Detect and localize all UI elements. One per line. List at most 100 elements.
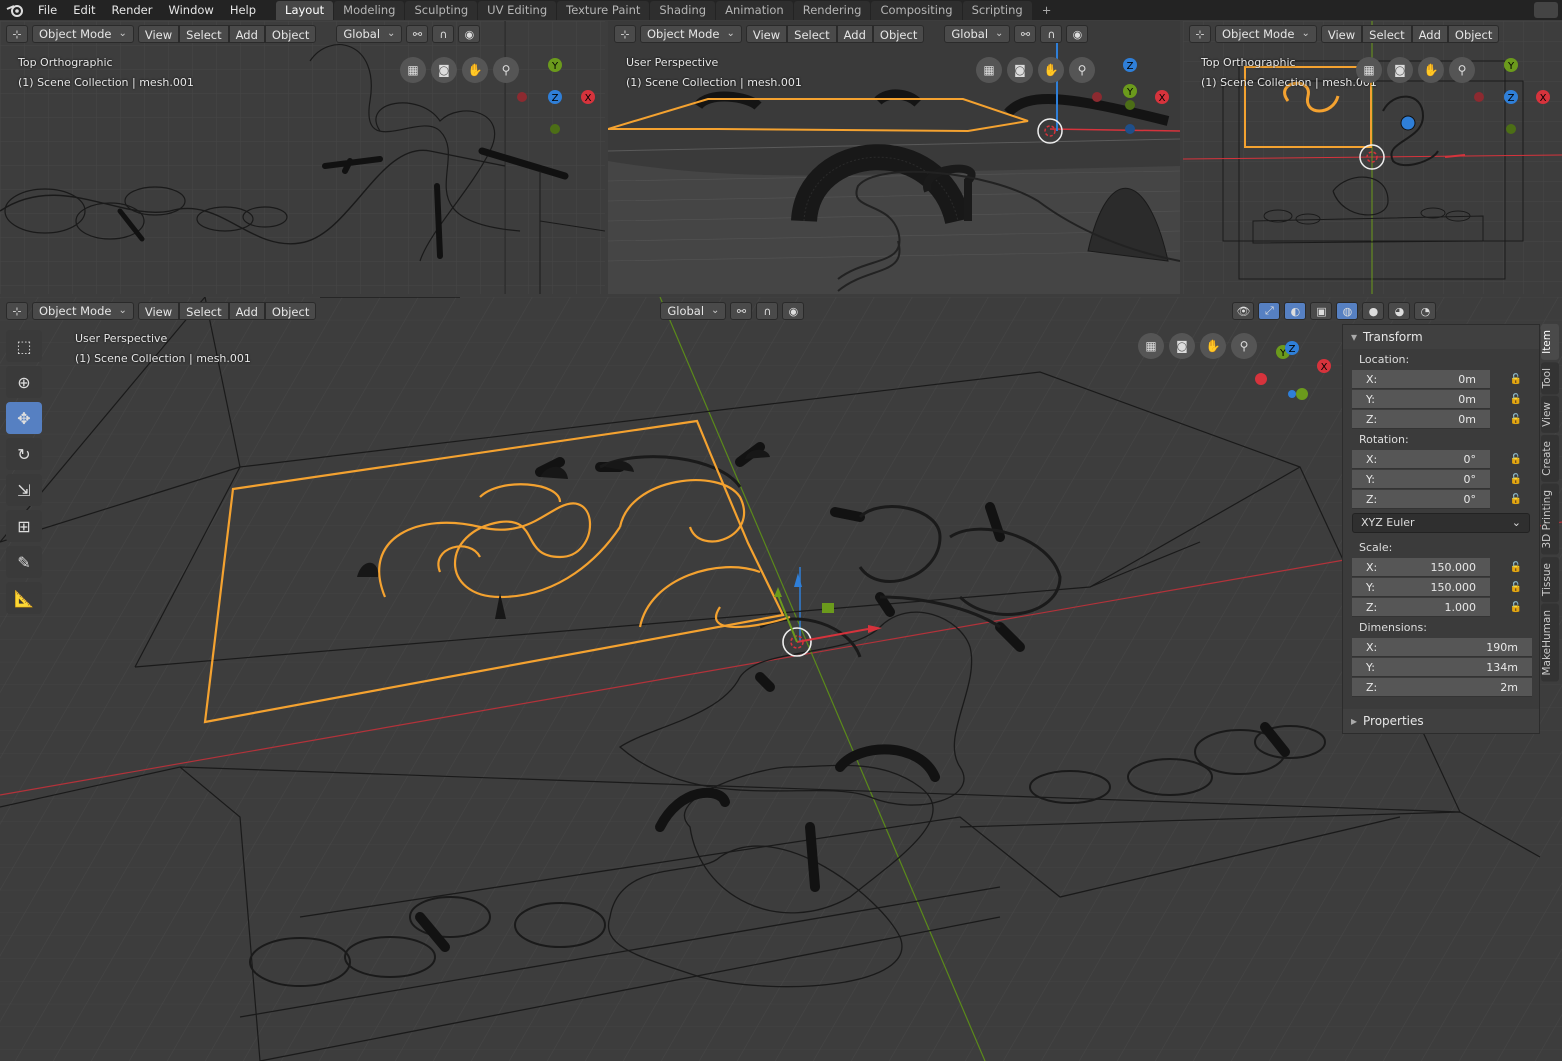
location-z-field[interactable]: Z: 0m	[1352, 409, 1490, 429]
location-x-field[interactable]: X: 0m	[1352, 369, 1490, 389]
tab-3d-printing[interactable]: 3D Printing	[1541, 484, 1559, 555]
visibility-icon[interactable]: 👁	[1232, 302, 1255, 320]
snap-icon[interactable]: ∩	[432, 25, 455, 43]
object-menu[interactable]: Object	[872, 25, 925, 43]
editor-type-icon[interactable]: ⊹	[6, 302, 28, 320]
orientation-dropdown[interactable]: Global	[336, 25, 403, 43]
menu-edit[interactable]: Edit	[65, 0, 103, 20]
select-menu[interactable]: Select	[179, 25, 229, 43]
pan-hand-icon[interactable]: ✋	[1038, 57, 1064, 83]
add-workspace-button[interactable]: +	[1033, 1, 1061, 20]
scale-y-field[interactable]: Y: 150.000	[1352, 577, 1490, 597]
pan-hand-icon[interactable]: ✋	[1418, 57, 1444, 83]
pivot-icon[interactable]: ⚯	[730, 302, 753, 320]
pan-hand-icon[interactable]: ✋	[1200, 333, 1226, 359]
select-menu[interactable]: Select	[179, 302, 229, 320]
proportional-edit-icon[interactable]: ◉	[1066, 25, 1089, 43]
proportional-edit-icon[interactable]: ◉	[458, 25, 481, 43]
zoom-icon[interactable]: ⚲	[1449, 57, 1475, 83]
tab-modeling[interactable]: Modeling	[334, 1, 405, 20]
view-menu[interactable]: View	[137, 25, 180, 43]
lock-icon[interactable]: 🔓	[1506, 602, 1526, 613]
camera-icon[interactable]: ◙	[431, 57, 457, 83]
grid-toggle-icon[interactable]: ▦	[976, 57, 1002, 83]
lock-icon[interactable]: 🔓	[1506, 562, 1526, 573]
dimensions-x-field[interactable]: X: 190m	[1352, 637, 1532, 657]
lock-icon[interactable]: 🔓	[1506, 494, 1526, 505]
tab-create[interactable]: Create	[1541, 435, 1559, 483]
view-menu[interactable]: View	[1320, 25, 1363, 43]
grid-toggle-icon[interactable]: ▦	[1138, 333, 1164, 359]
select-menu[interactable]: Select	[787, 25, 837, 43]
grid-toggle-icon[interactable]: ▦	[400, 57, 426, 83]
location-y-field[interactable]: Y: 0m	[1352, 389, 1490, 409]
viewport-canvas[interactable]	[0, 297, 1562, 1061]
mode-dropdown[interactable]: Object Mode	[32, 25, 134, 43]
tab-layout[interactable]: Layout	[276, 1, 334, 20]
add-menu[interactable]: Add	[228, 302, 265, 320]
object-menu[interactable]: Object	[264, 25, 317, 43]
tab-tissue[interactable]: Tissue	[1541, 556, 1559, 602]
lock-icon[interactable]: 🔓	[1506, 374, 1526, 385]
viewport-top-right[interactable]: ⊹ Object Mode View Select Add Object Top…	[1183, 21, 1562, 294]
lock-icon[interactable]: 🔓	[1506, 414, 1526, 425]
viewport-top-left[interactable]: ⊹ Object Mode View Select Add Object Glo…	[0, 21, 605, 294]
dimensions-y-field[interactable]: Y: 134m	[1352, 657, 1532, 677]
pivot-icon[interactable]: ⚯	[406, 25, 429, 43]
orientation-dropdown[interactable]: Global	[660, 302, 727, 320]
editor-type-icon[interactable]: ⊹	[614, 25, 636, 43]
add-menu[interactable]: Add	[228, 25, 265, 43]
mode-dropdown[interactable]: Object Mode	[32, 302, 134, 320]
material-shading-icon[interactable]: ◕	[1388, 302, 1411, 320]
menu-help[interactable]: Help	[222, 0, 264, 20]
transform-tool[interactable]: ⊞	[6, 510, 42, 542]
pan-hand-icon[interactable]: ✋	[462, 57, 488, 83]
overlay-toggle-icon[interactable]: ◐	[1284, 302, 1307, 320]
camera-icon[interactable]: ◙	[1387, 57, 1413, 83]
tab-uv-editing[interactable]: UV Editing	[478, 1, 557, 20]
camera-icon[interactable]: ◙	[1007, 57, 1033, 83]
wireframe-shading-icon[interactable]: ◍	[1336, 302, 1359, 320]
gizmo-toggle-icon[interactable]: ⤢	[1258, 302, 1281, 320]
properties-panel-header[interactable]: Properties	[1343, 709, 1539, 733]
transform-panel-header[interactable]: Transform	[1343, 325, 1539, 349]
proportional-edit-icon[interactable]: ◉	[782, 302, 805, 320]
tab-shading[interactable]: Shading	[650, 1, 716, 20]
tab-makehuman[interactable]: MakeHuman	[1541, 603, 1559, 682]
tab-tool[interactable]: Tool	[1541, 361, 1559, 395]
scale-x-field[interactable]: X: 150.000	[1352, 557, 1490, 577]
rotation-mode-dropdown[interactable]: XYZ Euler ⌄	[1352, 513, 1530, 533]
snap-icon[interactable]: ∩	[1040, 25, 1063, 43]
mode-dropdown[interactable]: Object Mode	[640, 25, 742, 43]
rotate-tool[interactable]: ↻	[6, 438, 42, 470]
measure-tool[interactable]: 📐	[6, 582, 42, 614]
rotation-z-field[interactable]: Z: 0°	[1352, 489, 1490, 509]
menu-render[interactable]: Render	[104, 0, 161, 20]
select-menu[interactable]: Select	[1362, 25, 1412, 43]
select-box-tool[interactable]: ⬚	[6, 330, 42, 362]
lock-icon[interactable]: 🔓	[1506, 394, 1526, 405]
menu-file[interactable]: File	[30, 0, 65, 20]
rotation-y-field[interactable]: Y: 0°	[1352, 469, 1490, 489]
zoom-icon[interactable]: ⚲	[493, 57, 519, 83]
scale-z-field[interactable]: Z: 1.000	[1352, 597, 1490, 617]
lock-icon[interactable]: 🔓	[1506, 474, 1526, 485]
add-menu[interactable]: Add	[836, 25, 873, 43]
scene-selector-icon[interactable]	[1534, 2, 1558, 18]
editor-type-icon[interactable]: ⊹	[6, 25, 28, 43]
pivot-icon[interactable]: ⚯	[1014, 25, 1037, 43]
blender-logo-icon[interactable]	[0, 0, 30, 20]
tab-rendering[interactable]: Rendering	[793, 1, 871, 20]
dimensions-z-field[interactable]: Z: 2m	[1352, 677, 1532, 697]
snap-icon[interactable]: ∩	[756, 302, 779, 320]
add-menu[interactable]: Add	[1411, 25, 1448, 43]
cursor-tool[interactable]: ⊕	[6, 366, 42, 398]
tab-animation[interactable]: Animation	[716, 1, 793, 20]
view-menu[interactable]: View	[137, 302, 180, 320]
scale-tool[interactable]: ⇲	[6, 474, 42, 506]
lock-icon[interactable]: 🔓	[1506, 582, 1526, 593]
orientation-dropdown[interactable]: Global	[944, 25, 1011, 43]
zoom-icon[interactable]: ⚲	[1069, 57, 1095, 83]
menu-window[interactable]: Window	[160, 0, 221, 20]
editor-type-icon[interactable]: ⊹	[1189, 25, 1211, 43]
